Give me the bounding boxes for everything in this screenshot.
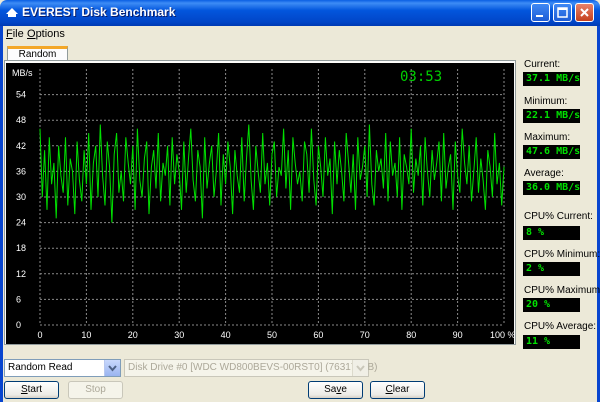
graph-unit-label: MB/s — [12, 68, 33, 78]
window-title: EVEREST Disk Benchmark — [22, 5, 176, 19]
close-button[interactable] — [575, 3, 594, 22]
maximize-button[interactable] — [553, 3, 572, 22]
x-tick-label: 80 — [406, 330, 416, 340]
y-tick-label: 12 — [16, 269, 26, 279]
y-tick-label: 30 — [16, 192, 26, 202]
cpu-average-value: 11 % — [523, 335, 580, 349]
cpu-minimum-value: 2 % — [523, 262, 580, 276]
cpu-current-label: CPU% Current: — [524, 211, 593, 222]
drive-select: Disk Drive #0 [WDC WD800BEVS-00RST0] (76… — [124, 359, 378, 377]
y-tick-label: 0 — [16, 320, 21, 330]
drive-value: Disk Drive #0 [WDC WD800BEVS-00RST0] (76… — [128, 362, 378, 373]
x-tick-label: 100 % — [490, 330, 514, 340]
cpu-maximum-label: CPU% Maximum: — [524, 285, 600, 296]
x-tick-label: 50 — [267, 330, 277, 340]
y-tick-label: 18 — [16, 243, 26, 253]
tab-random-read[interactable]: Random Read — [7, 46, 68, 71]
y-tick-label: 36 — [16, 166, 26, 176]
clear-button[interactable]: Clear — [370, 381, 425, 399]
benchmark-graph: 544842363024181260 0 10 20 30 40 50 60 70 80 90 10… — [6, 63, 514, 344]
current-label: Current: — [524, 59, 561, 70]
y-tick-label: 54 — [16, 90, 26, 100]
cpu-average-label: CPU% Average: — [524, 321, 597, 332]
x-tick-label: 40 — [221, 330, 231, 340]
maximum-label: Maximum: — [524, 132, 571, 143]
chevron-down-icon — [108, 365, 117, 372]
app-icon — [6, 8, 18, 17]
minimize-button[interactable] — [531, 3, 550, 22]
test-type-value: Random Read — [8, 362, 73, 373]
maximize-icon — [557, 7, 568, 18]
x-tick-label: 70 — [360, 330, 370, 340]
test-type-dropdown-button[interactable] — [104, 360, 120, 376]
current-value: 37.1 MB/s — [523, 72, 580, 86]
graph-background — [6, 63, 514, 344]
title-bar[interactable]: EVEREST Disk Benchmark — [0, 0, 600, 26]
x-tick-label: 0 — [38, 330, 43, 340]
x-tick-label: 20 — [128, 330, 138, 340]
menu-file[interactable]: File — [6, 28, 24, 40]
graph-timer: 03:53 — [400, 69, 442, 85]
y-tick-label: 6 — [16, 294, 21, 304]
minimum-value: 22.1 MB/s — [523, 109, 580, 123]
cpu-maximum-value: 20 % — [523, 298, 580, 312]
chevron-down-icon — [356, 365, 365, 372]
minimum-label: Minimum: — [524, 96, 568, 107]
test-type-select[interactable]: Random Read — [4, 359, 121, 377]
x-tick-label: 10 — [81, 330, 91, 340]
average-label: Average: — [524, 168, 564, 179]
x-tick-label: 60 — [313, 330, 323, 340]
maximum-value: 47.6 MB/s — [523, 145, 580, 159]
drive-dropdown-button — [352, 360, 368, 376]
cpu-minimum-label: CPU% Minimum: — [524, 249, 600, 260]
x-tick-label: 30 — [174, 330, 184, 340]
close-icon — [580, 8, 589, 17]
save-button[interactable]: Save — [308, 381, 363, 399]
menu-bar: File Options — [3, 26, 597, 44]
stop-button: Stop — [68, 381, 123, 399]
y-tick-label: 24 — [16, 218, 26, 228]
y-tick-label: 42 — [16, 141, 26, 151]
y-tick-label: 48 — [16, 115, 26, 125]
minimize-icon — [536, 15, 543, 17]
start-button[interactable]: Start — [4, 381, 59, 399]
window-frame-left — [0, 26, 3, 402]
average-value: 36.0 MB/s — [523, 181, 580, 195]
menu-options[interactable]: Options — [27, 28, 65, 40]
x-tick-label: 90 — [453, 330, 463, 340]
cpu-current-value: 8 % — [523, 226, 580, 240]
